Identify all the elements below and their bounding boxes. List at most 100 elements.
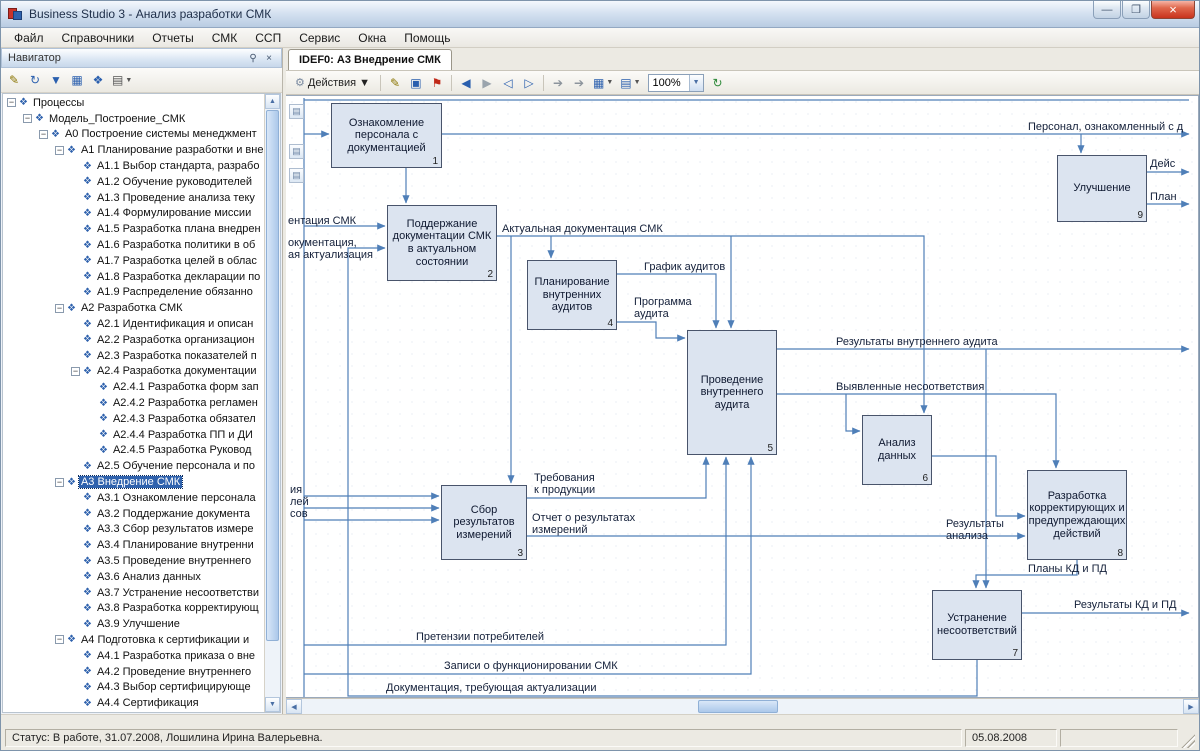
resize-grip[interactable] <box>1181 734 1195 748</box>
export-icon[interactable]: ▤▼ <box>617 73 643 92</box>
diagram-box-1[interactable]: Ознакомление персонала с документацией1 <box>331 103 442 168</box>
filter-settings-icon[interactable]: ▦ <box>67 71 87 90</box>
prev-diagram-icon[interactable]: ◁ <box>498 73 518 92</box>
zoom-combo[interactable]: 100%▼ <box>648 74 704 92</box>
diagram-arrow[interactable] <box>932 456 1025 516</box>
tree-item[interactable]: ❖А2.2 Разработка организацион <box>3 332 264 348</box>
tree-item[interactable]: ❖А1.6 Разработка политики в об <box>3 237 264 253</box>
diagram-box-6[interactable]: Анализ данных6 <box>862 415 932 485</box>
hscroll-thumb[interactable] <box>698 700 778 713</box>
tree-item[interactable]: ❖А3.7 Устранение несоответстви <box>3 585 264 601</box>
diagram-canvas[interactable]: ▤ ▤ ▤ Ознакомление персонала с документа… <box>286 95 1199 698</box>
diagram-arrow[interactable] <box>617 322 685 338</box>
tree-item[interactable]: ❖А1.5 Разработка плана внедрен <box>3 221 264 237</box>
tree-item[interactable]: ❖А1.7 Разработка целей в облас <box>3 253 264 269</box>
tree-item[interactable]: ❖А2.5 Обучение персонала и по <box>3 458 264 474</box>
diagram-box-5[interactable]: Проведение внутреннего аудита5 <box>687 330 777 455</box>
chevron-down-icon[interactable]: ▼ <box>689 75 703 91</box>
tree-item[interactable]: −❖А2 Разработка СМК <box>3 300 264 316</box>
diagram-box-9[interactable]: Улучшение9 <box>1057 155 1147 222</box>
scroll-down-icon[interactable]: ▼ <box>265 697 280 712</box>
refresh-icon[interactable]: ↻ <box>25 71 45 90</box>
tree-item[interactable]: ❖А2.3 Разработка показателей п <box>3 348 264 364</box>
title-bar[interactable]: Business Studio 3 - Анализ разработки СМ… <box>1 1 1199 28</box>
menu-item[interactable]: СМК <box>203 29 247 47</box>
tree-item[interactable]: ❖А3.4 Планирование внутренни <box>3 537 264 553</box>
tree-item[interactable]: ❖А3.1 Ознакомление персонала <box>3 490 264 506</box>
tree-item[interactable]: −❖А1 Планирование разработки и вне <box>3 142 264 158</box>
tree-expander-icon[interactable]: − <box>71 367 80 376</box>
tree-item[interactable]: ❖А1.2 Обучение руководителей <box>3 174 264 190</box>
tree-item[interactable]: ❖А4.4 Сертификация <box>3 695 264 711</box>
next-diagram-icon[interactable]: ▷ <box>519 73 539 92</box>
menu-item[interactable]: ССП <box>246 29 290 47</box>
tree-item[interactable]: ❖А3.3 Сбор результатов измере <box>3 522 264 538</box>
pin-icon[interactable]: ⚲ <box>245 51 261 65</box>
canvas-side-button[interactable]: ▤ <box>289 144 304 159</box>
filter-icon[interactable]: ▼ <box>46 71 66 90</box>
diagram-box-7[interactable]: Устранение несоответствий7 <box>932 590 1022 660</box>
hierarchy-icon[interactable]: ❖ <box>88 71 108 90</box>
tree-scrollbar[interactable]: ▲ ▼ <box>264 94 280 712</box>
diagram-box-8[interactable]: Разработка корректирующих и предупреждаю… <box>1027 470 1127 560</box>
tree-item[interactable]: ❖А2.4.5 Разработка Руковод <box>3 443 264 459</box>
tree-item[interactable]: −❖Процессы <box>3 95 264 111</box>
go-down-icon[interactable]: ➔ <box>569 73 589 92</box>
scroll-left-icon[interactable]: ◀ <box>286 699 302 714</box>
tree-item[interactable]: ❖А2.4.1 Разработка форм зап <box>3 379 264 395</box>
tab-idef0-diagram[interactable]: IDEF0: А3 Внедрение СМК <box>288 49 452 70</box>
save-icon[interactable]: ▣ <box>406 73 426 92</box>
tree-item[interactable]: ❖А3.2 Поддержание документа <box>3 506 264 522</box>
refresh-diagram-icon[interactable]: ↻ <box>708 73 728 92</box>
tree-expander-icon[interactable]: − <box>55 304 64 313</box>
forward-icon[interactable]: ▶ <box>477 73 497 92</box>
actions-button[interactable]: ⚙Действия▼ <box>289 73 376 93</box>
tree-item[interactable]: −❖А0 Построение системы менеджмент <box>3 127 264 143</box>
menu-item[interactable]: Сервис <box>290 29 349 47</box>
menu-item[interactable]: Файл <box>5 29 53 47</box>
tree-item[interactable]: ❖А2.4.2 Разработка регламен <box>3 395 264 411</box>
flag-icon[interactable]: ⚑ <box>427 73 447 92</box>
tree-expander-icon[interactable]: − <box>39 130 48 139</box>
tree-item[interactable]: −❖А2.4 Разработка документации <box>3 364 264 380</box>
tree-item[interactable]: ❖А1.1 Выбор стандарта, разрабо <box>3 158 264 174</box>
tree-item[interactable]: ❖А3.8 Разработка корректирующ <box>3 601 264 617</box>
tree-expander-icon[interactable]: − <box>55 146 64 155</box>
scroll-right-icon[interactable]: ▶ <box>1183 699 1199 714</box>
menu-item[interactable]: Помощь <box>395 29 459 47</box>
tree-expander-icon[interactable]: − <box>55 478 64 487</box>
diagram-arrow[interactable] <box>846 394 860 431</box>
canvas-side-button[interactable]: ▤ <box>289 168 304 183</box>
tree-item[interactable]: ❖А3.5 Проведение внутреннего <box>3 553 264 569</box>
close-panel-icon[interactable]: × <box>261 51 277 65</box>
back-icon[interactable]: ◀ <box>456 73 476 92</box>
go-up-icon[interactable]: ➔ <box>548 73 568 92</box>
menu-item[interactable]: Отчеты <box>143 29 202 47</box>
tree-expander-icon[interactable]: − <box>55 635 64 644</box>
diagram-box-3[interactable]: Сбор результатов измерений3 <box>441 485 527 560</box>
tree-item[interactable]: ❖А3.9 Улучшение <box>3 616 264 632</box>
canvas-side-button[interactable]: ▤ <box>289 104 304 119</box>
diagram-box-4[interactable]: Планирование внутренних аудитов4 <box>527 260 617 330</box>
scroll-thumb[interactable] <box>266 110 279 641</box>
tree-item[interactable]: ❖А2.1 Идентификация и описан <box>3 316 264 332</box>
tree-item[interactable]: ❖А2.4.3 Разработка обязател <box>3 411 264 427</box>
tree-item[interactable]: ❖А1.9 Распределение обязанно <box>3 285 264 301</box>
print-icon[interactable]: ▤▼ <box>109 71 135 90</box>
tree-item[interactable]: ❖А3.6 Анализ данных <box>3 569 264 585</box>
close-button[interactable]: × <box>1151 1 1195 19</box>
tree-item[interactable]: ❖А4.1 Разработка приказа о вне <box>3 648 264 664</box>
tree-item[interactable]: ❖А1.8 Разработка декларации по <box>3 269 264 285</box>
menu-item[interactable]: Справочники <box>53 29 144 47</box>
menu-item[interactable]: Окна <box>349 29 395 47</box>
diagram-box-2[interactable]: Поддержание документации СМК в актуально… <box>387 205 497 281</box>
tree-item[interactable]: −❖Модель_Построение_СМК <box>3 111 264 127</box>
hscroll-track[interactable] <box>302 699 1183 714</box>
tree-item[interactable]: ❖А1.4 Формулирование миссии <box>3 206 264 222</box>
scroll-up-icon[interactable]: ▲ <box>265 94 280 109</box>
tree-item[interactable]: ❖А4.2 Проведение внутреннего <box>3 664 264 680</box>
tree-item[interactable]: ❖А4.3 Выбор сертифицирующе <box>3 679 264 695</box>
edit-diagram-icon[interactable]: ✎ <box>385 73 405 92</box>
tree-expander-icon[interactable]: − <box>23 114 32 123</box>
tree-expander-icon[interactable]: − <box>7 98 16 107</box>
